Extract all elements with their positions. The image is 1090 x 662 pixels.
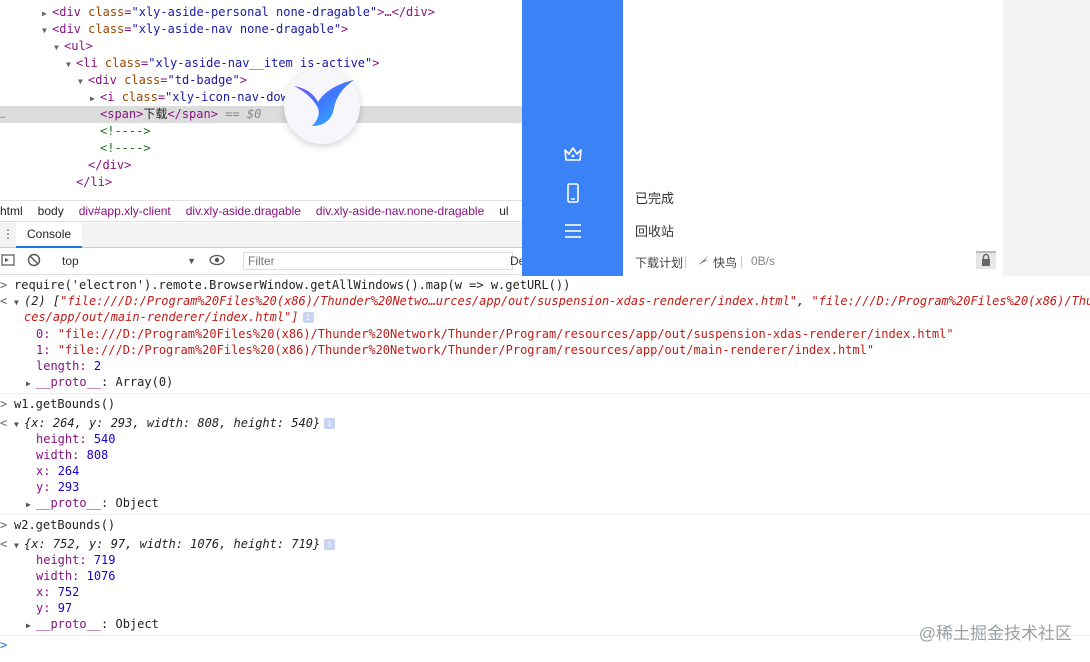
- output-prompt-icon: <: [0, 537, 8, 551]
- breadcrumb-ul[interactable]: ul: [499, 204, 508, 218]
- info-icon: i: [324, 539, 336, 550]
- info-icon: i: [302, 312, 314, 323]
- app-footer: 下载计划 快鸟 0B/s: [623, 246, 1003, 276]
- expand-arrow-icon[interactable]: ▶: [90, 90, 100, 107]
- context-select[interactable]: top ▼: [54, 252, 200, 270]
- watermark-text: @稀土掘金技术社区: [918, 624, 1072, 643]
- breadcrumb-aside-nav[interactable]: div.xly-aside-nav.none-dragable: [316, 204, 484, 218]
- expand-arrow-icon: ▶: [26, 379, 31, 388]
- drawer-tabbar: ⋮ Console: [0, 223, 522, 248]
- console-input-line[interactable]: > w1.getBounds(): [0, 396, 115, 412]
- eye-icon[interactable]: [209, 253, 225, 269]
- object-proto[interactable]: ▶ __proto__: Object: [26, 616, 159, 632]
- console-result-array-wrap: ces/app/out/main-renderer/index.html"] i: [24, 309, 314, 325]
- dom-comment[interactable]: <!---->: [100, 123, 151, 140]
- object-prop: height: 540: [36, 432, 116, 446]
- crown-icon[interactable]: [562, 143, 584, 165]
- speed-mode-label[interactable]: 快鸟: [713, 254, 737, 271]
- collapse-arrow-icon[interactable]: ▼: [66, 56, 76, 73]
- array-entry: 1: "file:///D:/Program%20Files%20(x86)/T…: [36, 343, 875, 357]
- dom-node-td-badge[interactable]: ▼ <div class="td-badge">: [78, 72, 247, 89]
- app-sidebar: [522, 0, 623, 276]
- collapse-arrow-icon[interactable]: ▼: [42, 22, 52, 39]
- thunder-app-window: 已完成 回收站 下载计划 快鸟 0B/s: [522, 0, 1090, 276]
- thunder-bird-float-icon[interactable]: [284, 68, 360, 144]
- breadcrumb-app[interactable]: div#app.xly-client: [79, 204, 171, 218]
- nav-item-completed[interactable]: 已完成: [635, 188, 674, 207]
- console-result-array[interactable]: < ▼ (2) ["file:///D:/Program%20Files%20(x8…: [0, 293, 1090, 309]
- breadcrumb-body[interactable]: body: [38, 204, 64, 218]
- app-window-edge: [1003, 0, 1090, 276]
- dom-node-span-selected[interactable]: … <span>下载</span> == $0: [0, 106, 522, 123]
- collapse-arrow-icon[interactable]: ▼: [78, 73, 88, 90]
- object-prop: y: 293: [36, 480, 80, 494]
- elements-panel: ▶ <div class="xly-aside-personal none-dra…: [0, 0, 522, 198]
- output-prompt-icon: <: [0, 416, 8, 430]
- input-prompt-icon: >: [0, 518, 8, 532]
- console-output: > require('electron').remote.BrowserWindo…: [0, 275, 1090, 662]
- console-input-line[interactable]: > require('electron').remote.BrowserWindo…: [0, 277, 570, 293]
- input-prompt-icon: >: [0, 397, 8, 411]
- nav-item-recycle-bin[interactable]: 回收站: [635, 221, 674, 240]
- object-prop: width: 808: [36, 448, 109, 462]
- expand-arrow-icon: ▶: [26, 500, 31, 509]
- sidebar-toggle-icon[interactable]: [0, 253, 16, 269]
- collapse-arrow-icon: ▼: [14, 420, 19, 429]
- download-plan-button[interactable]: 下载计划: [635, 254, 683, 271]
- divider: [0, 393, 1090, 394]
- breadcrumb-aside[interactable]: div.xly-aside.dragable: [186, 204, 301, 218]
- collapse-arrow-icon: ▼: [14, 541, 19, 550]
- tab-console[interactable]: Console: [16, 223, 83, 248]
- dom-node-ul[interactable]: ▼ <ul>: [54, 38, 93, 55]
- console-result-object[interactable]: < ▼ {x: 264, y: 293, width: 808, height: 5…: [0, 415, 336, 431]
- kebab-menu-icon[interactable]: ⋮: [2, 227, 14, 241]
- array-length: length: 2: [36, 359, 102, 373]
- expand-arrow-icon[interactable]: ▶: [42, 5, 52, 22]
- object-prop: height: 719: [36, 553, 116, 567]
- object-prop: x: 264: [36, 464, 80, 478]
- speed-readout: 0B/s: [751, 254, 776, 268]
- collapse-arrow-icon: ▼: [14, 298, 19, 307]
- breadcrumb-html[interactable]: html: [0, 204, 23, 218]
- array-entry: 0: "file:///D:/Program%20Files%20(x86)/T…: [36, 327, 954, 341]
- console-result-object[interactable]: < ▼ {x: 752, y: 97, width: 1076, height: 7…: [0, 536, 336, 552]
- menu-icon[interactable]: [562, 220, 584, 242]
- divider: [0, 514, 1090, 515]
- dom-node-next-li[interactable]: ▶: [66, 191, 76, 198]
- dom-close-div[interactable]: </div>: [88, 157, 131, 174]
- object-prop: y: 97: [36, 601, 73, 615]
- input-prompt-icon: >: [0, 278, 8, 292]
- dom-node-aside-personal[interactable]: ▶ <div class="xly-aside-personal none-dra…: [42, 4, 435, 21]
- output-prompt-icon: <: [0, 294, 8, 308]
- object-proto[interactable]: ▶ __proto__: Object: [26, 495, 159, 511]
- filter-input[interactable]: [243, 252, 513, 270]
- array-proto[interactable]: ▶ __proto__: Array(0): [26, 374, 173, 390]
- divider: [741, 256, 742, 268]
- divider: [685, 256, 686, 268]
- phone-icon[interactable]: [562, 182, 584, 204]
- bird-speed-icon: [697, 254, 710, 269]
- active-prompt-icon: >: [0, 638, 8, 652]
- expand-arrow-icon: ▶: [26, 621, 31, 630]
- breadcrumb: html body div#app.xly-client div.xly-aside.…: [0, 200, 522, 222]
- console-prompt-input[interactable]: >: [0, 637, 7, 653]
- lock-icon[interactable]: [976, 251, 996, 269]
- object-prop: x: 752: [36, 585, 80, 599]
- info-icon: i: [324, 418, 336, 429]
- dom-comment[interactable]: <!---->: [100, 140, 151, 157]
- caret-down-icon: ▼: [187, 256, 196, 266]
- clear-console-icon[interactable]: [26, 253, 42, 269]
- dom-close-li[interactable]: </li>: [76, 174, 112, 191]
- dom-node-aside-nav[interactable]: ▼ <div class="xly-aside-nav none-dragable…: [42, 21, 348, 38]
- object-prop: width: 1076: [36, 569, 116, 583]
- collapse-arrow-icon[interactable]: ▼: [54, 39, 64, 56]
- dom-node-icon[interactable]: ▶<i class="xly-icon-nav-down": [90, 89, 302, 106]
- console-input-line[interactable]: > w2.getBounds(): [0, 517, 115, 533]
